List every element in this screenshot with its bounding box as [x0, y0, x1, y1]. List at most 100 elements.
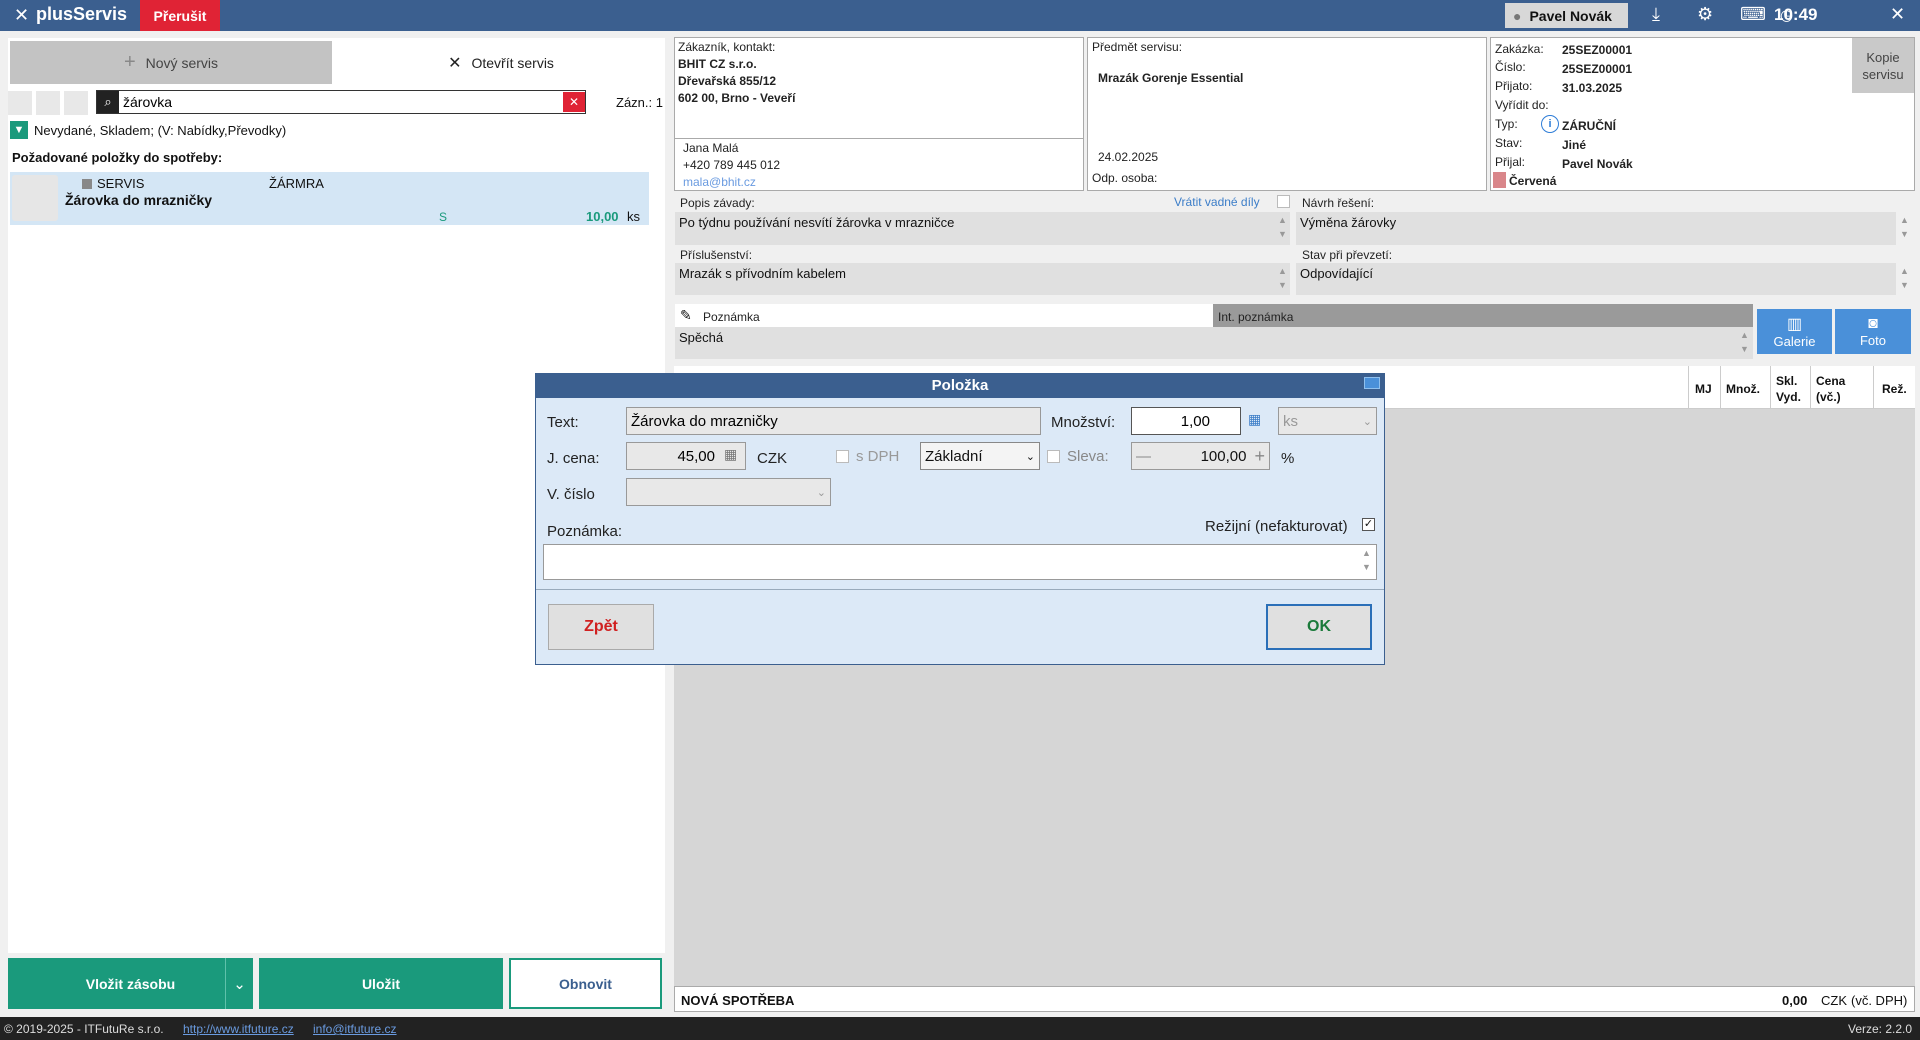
solution-label: Návrh řešení:	[1302, 196, 1375, 210]
solution-field[interactable]: Výměna žárovky	[1296, 212, 1896, 245]
vnum-label: V. číslo	[547, 486, 595, 503]
chevron-down-icon: ⌄	[816, 486, 826, 499]
accessories-field[interactable]: Mrazák s přívodním kabelem	[675, 263, 1290, 295]
footer-vat-note: (vč. DPH)	[1851, 993, 1908, 1008]
vat-checkbox[interactable]	[836, 450, 849, 463]
contact-name: Jana Malá	[683, 141, 739, 155]
close-icon[interactable]: ✕	[1890, 4, 1905, 25]
due-label: Vyřídit do:	[1495, 98, 1549, 112]
scroll-arrows-icon[interactable]: ▲ ▼	[1740, 328, 1749, 356]
column-header-price[interactable]: Cena (vč.)	[1816, 373, 1856, 405]
fault-field[interactable]: Po týdnu používání nesvítí žárovka v mra…	[675, 212, 1290, 245]
discount-stepper[interactable]: — 100,00 +	[1131, 442, 1270, 470]
plus-icon[interactable]: +	[1254, 446, 1265, 467]
divider	[675, 138, 1083, 139]
price-type-value: Základní	[925, 447, 983, 465]
type-label: Typ:	[1495, 117, 1518, 131]
condition-field[interactable]: Odpovídající	[1296, 263, 1896, 295]
calculator-icon[interactable]: ▦	[724, 446, 737, 463]
toolbar-button-2[interactable]	[36, 91, 60, 115]
customer-city: 602 00, Brno - Veveří	[678, 91, 796, 105]
column-header-overhead[interactable]: Rež.	[1882, 382, 1907, 396]
pencil-icon: ✎	[680, 307, 692, 323]
download-icon[interactable]: ⤓	[1652, 4, 1660, 25]
vnum-select[interactable]: ⌄	[626, 478, 831, 506]
text-input[interactable]	[626, 407, 1041, 435]
save-button[interactable]: Uložit	[259, 958, 503, 1009]
subject-value: Mrazák Gorenje Essential	[1098, 71, 1244, 85]
abort-button[interactable]: Přerušit	[140, 0, 220, 31]
chevron-down-icon: ⌄	[1362, 415, 1372, 428]
clear-search-button[interactable]: ✕	[563, 92, 585, 112]
accessories-label: Příslušenství:	[680, 248, 753, 262]
note-textarea[interactable]	[543, 544, 1377, 580]
info-icon[interactable]: i	[1541, 115, 1559, 133]
note-field[interactable]: Spěchá	[675, 327, 1753, 359]
open-service-button[interactable]: ✕ Otevřít servis	[340, 41, 662, 84]
user-menu[interactable]: ● Pavel Novák	[1505, 3, 1628, 28]
condition-label: Stav při převzetí:	[1302, 248, 1393, 262]
accepted-label: Přijal:	[1495, 155, 1526, 169]
chevron-down-icon[interactable]: ⌄	[225, 958, 253, 1009]
vat-label: s DPH	[856, 448, 900, 465]
scroll-arrows-icon[interactable]: ▲ ▼	[1900, 213, 1909, 241]
unit-select-value: ks	[1283, 412, 1298, 430]
gear-icon[interactable]: ⚙	[1697, 4, 1713, 25]
scroll-arrows-icon[interactable]: ▲ ▼	[1278, 264, 1287, 292]
scroll-arrows-icon[interactable]: ▲ ▼	[1278, 213, 1287, 241]
chevron-down-icon: ⌄	[1025, 450, 1035, 463]
open-service-label: Otevřít servis	[471, 54, 554, 71]
column-header-qty[interactable]: Množ.	[1726, 382, 1760, 396]
search-box: ⌕	[96, 90, 586, 114]
price-type-select[interactable]: Základní ⌄	[920, 442, 1040, 470]
quantity-input[interactable]	[1131, 407, 1241, 435]
overhead-label: Režijní (nefakturovat)	[1205, 518, 1348, 535]
subject-box[interactable]	[1087, 37, 1487, 191]
email-link[interactable]: info@itfuture.cz	[313, 1022, 397, 1036]
scroll-arrows-icon[interactable]: ▲ ▼	[1900, 264, 1909, 292]
column-header-mj[interactable]: MJ	[1695, 382, 1712, 396]
minus-icon[interactable]: —	[1136, 448, 1151, 465]
note-label: Poznámka:	[547, 523, 623, 540]
percent-label: %	[1281, 450, 1295, 467]
plus-icon: +	[123, 51, 136, 73]
divider	[1873, 366, 1874, 409]
toolbar-button-3[interactable]	[64, 91, 88, 115]
refresh-button[interactable]: Obnovit	[509, 958, 662, 1009]
tab-int-note[interactable]	[1213, 304, 1753, 327]
search-input[interactable]	[119, 92, 585, 112]
photo-button[interactable]: ◙ Foto	[1835, 309, 1911, 354]
toolbar-button-1[interactable]	[8, 91, 32, 115]
column-header-stock[interactable]: Skl. Vyd.	[1776, 373, 1808, 405]
number-value: 25SEZ00001	[1562, 62, 1633, 76]
website-link[interactable]: http://www.itfuture.cz	[183, 1022, 294, 1036]
type-value: ZÁRUČNÍ	[1562, 119, 1616, 133]
scroll-arrows-icon[interactable]: ▲ ▼	[1362, 546, 1371, 574]
discount-value: 100,00	[1200, 447, 1247, 465]
customer-label: Zákazník, kontakt:	[678, 40, 776, 54]
filter-row[interactable]: ▼ Nevydané, Skladem; (V: Nabídky,Převodk…	[10, 121, 286, 139]
back-button[interactable]: Zpět	[548, 604, 654, 650]
contact-email[interactable]: mala@bhit.cz	[683, 175, 756, 189]
keyboard-icon[interactable]: ⌨	[1740, 4, 1766, 25]
tools-icon: ✕	[448, 54, 462, 72]
customer-street: Dřevařská 855/12	[678, 74, 777, 88]
insert-stock-button[interactable]: Vložit zásobu	[8, 958, 253, 1009]
text-label: Text:	[547, 414, 579, 431]
copyright: © 2019-2025 - ITFutuRe s.r.o.	[4, 1022, 164, 1036]
overhead-checkbox[interactable]: ✓	[1362, 518, 1375, 531]
unit-select[interactable]: ks ⌄	[1278, 407, 1377, 435]
ok-button[interactable]: OK	[1266, 604, 1372, 650]
photo-label: Foto	[1859, 333, 1886, 348]
divider	[1770, 366, 1771, 409]
item-category-label: SERVIS	[97, 176, 145, 191]
subject-label: Předmět servisu:	[1092, 40, 1183, 54]
item-unit: ks	[627, 209, 640, 224]
new-service-button[interactable]: + Nový servis	[10, 41, 332, 84]
window-icon[interactable]	[1364, 377, 1380, 389]
calculator-icon[interactable]: ▦	[1248, 411, 1261, 428]
discount-checkbox[interactable]	[1047, 450, 1060, 463]
gallery-button[interactable]: ▥ Galerie	[1757, 309, 1832, 354]
copy-service-button[interactable]: Kopie servisu	[1852, 38, 1914, 93]
return-parts-checkbox[interactable]	[1277, 195, 1290, 208]
